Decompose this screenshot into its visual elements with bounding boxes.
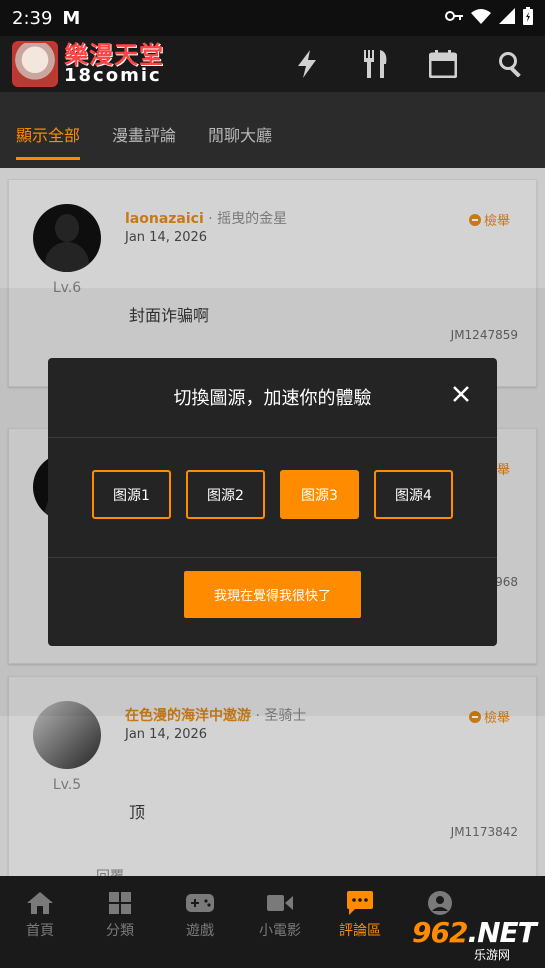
app-logo[interactable]: 樂漫天堂 18comic [12, 41, 164, 87]
close-icon[interactable] [449, 382, 473, 406]
key-icon [445, 9, 463, 27]
nav-videos[interactable]: 小電影 [240, 876, 320, 968]
nav-home[interactable]: 首頁 [0, 876, 80, 968]
nav-label: 小電影 [259, 923, 301, 939]
status-icons [445, 7, 533, 29]
restaurant-icon[interactable] [341, 36, 409, 92]
divider [48, 557, 497, 558]
source-4-button[interactable]: 图源4 [374, 470, 453, 519]
status-time: 2:39 [12, 7, 53, 29]
confirm-fast-button[interactable]: 我現在覺得我很快了 [184, 571, 361, 618]
nav-comments[interactable]: 評論區 [320, 876, 400, 968]
flash-icon[interactable] [273, 36, 341, 92]
watermark-suffix: .NET [467, 916, 536, 949]
gamepad-icon [186, 890, 214, 916]
watermark-subtitle: 乐游网 [474, 948, 511, 962]
nav-categories[interactable]: 分類 [80, 876, 160, 968]
grid-icon [106, 890, 134, 916]
source-3-button[interactable]: 图源3 [280, 470, 359, 519]
nav-label: 評論區 [339, 923, 381, 939]
wifi-icon [471, 8, 491, 28]
tab-chat-lobby[interactable]: 閒聊大廳 [208, 122, 272, 168]
watermark-number: 962 [412, 916, 468, 949]
home-icon [26, 890, 54, 916]
dialog-title: 切換圖源，加速你的體驗 [173, 388, 372, 409]
user-icon [426, 890, 454, 916]
logo-mascot-icon [12, 41, 58, 87]
image-source-dialog: 切換圖源，加速你的體驗 图源1 图源2 图源3 图源4 我現在覺得我很快了 [48, 358, 497, 646]
nav-games[interactable]: 遊戲 [160, 876, 240, 968]
search-icon[interactable] [477, 36, 545, 92]
nav-label: 遊戲 [186, 923, 214, 939]
calendar-icon[interactable] [409, 36, 477, 92]
signal-icon [499, 8, 515, 28]
logo-title: 樂漫天堂 [64, 41, 164, 69]
image-source-options: 图源1 图源2 图源3 图源4 [92, 470, 453, 519]
site-watermark: 962.NET 乐游网 [412, 916, 540, 962]
tab-comic-reviews[interactable]: 漫畫評論 [112, 122, 176, 168]
comment-tabs: 顯示全部 漫畫評論 閒聊大廳 [0, 92, 545, 168]
nav-label: 首頁 [26, 923, 54, 939]
battery-icon [523, 7, 533, 29]
tab-show-all[interactable]: 顯示全部 [16, 122, 81, 168]
app-bar: 樂漫天堂 18comic [0, 36, 545, 92]
source-2-button[interactable]: 图源2 [186, 470, 265, 519]
gmail-notification-icon: M [62, 7, 81, 29]
nav-label: 分類 [106, 923, 134, 939]
source-1-button[interactable]: 图源1 [92, 470, 171, 519]
status-bar: 2:39 M [0, 0, 545, 36]
divider [48, 437, 497, 438]
video-camera-icon [266, 890, 294, 916]
logo-subtitle: 18comic [64, 65, 162, 86]
chat-icon [346, 890, 374, 916]
